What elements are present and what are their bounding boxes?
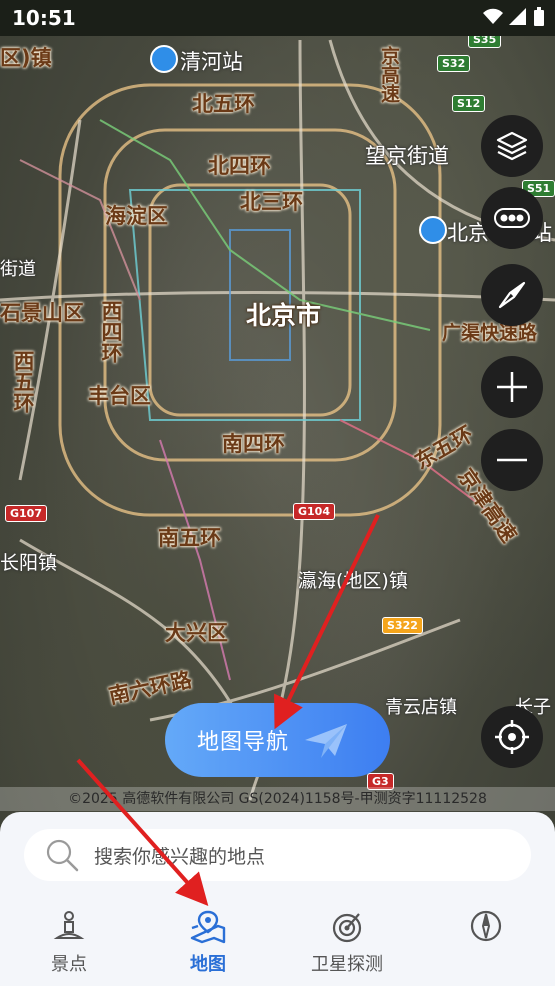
map-label-district-town: 区)镇 [0, 46, 52, 70]
map-label-north-3rd-ring: 北三环 [240, 190, 303, 214]
layers-button[interactable] [481, 115, 543, 177]
bottom-sheet: 搜索你感兴趣的地点 景点 地图 卫星探测 [0, 812, 555, 986]
paper-plane-icon [305, 724, 348, 758]
map-label-street: 街道 [0, 259, 36, 280]
map-label-haidian: 海淀区 [105, 204, 168, 228]
station-pin-icon [419, 216, 447, 244]
zoom-in-button[interactable] [481, 356, 543, 418]
search-input[interactable]: 搜索你感兴趣的地点 [24, 829, 531, 881]
status-icons [483, 7, 545, 27]
tab-attractions-label: 景点 [51, 954, 87, 975]
status-time: 10:51 [12, 6, 76, 30]
traffic-button[interactable] [481, 187, 543, 249]
traffic-icon [494, 208, 530, 228]
map-label-shijingshan: 石景山区 [0, 301, 84, 325]
tab-compass[interactable] [431, 908, 541, 950]
map-label-fengtai: 丰台区 [88, 384, 151, 408]
compass-icon [498, 281, 526, 309]
map-icon [190, 910, 226, 944]
map-navigation-label: 地图导航 [197, 730, 290, 755]
map-label-qingyundian: 青云店镇 [385, 697, 457, 718]
road-shield: G104 [293, 503, 335, 520]
map-label-north-5th-ring: 北五环 [192, 92, 255, 116]
map-label-west-5th-ring: 西五环 [11, 350, 35, 413]
map-label-south-4th-ring: 南四环 [222, 432, 285, 456]
road-shield: G107 [5, 505, 47, 522]
layers-icon [496, 131, 528, 161]
map-label-south-5th-ring: 南五环 [158, 526, 221, 550]
wifi-icon [483, 8, 503, 24]
satellite-icon [332, 913, 362, 943]
status-bar: 10:51 [0, 0, 555, 36]
compass-icon [470, 910, 502, 942]
map-label-north-4th-ring: 北四环 [208, 154, 271, 178]
map-label-wangjing: 望京街道 [365, 144, 449, 168]
tab-map[interactable]: 地图 [153, 908, 263, 976]
search-icon [46, 839, 79, 872]
map-label-yinghai: 瀛海(地区)镇 [298, 570, 408, 592]
locate-icon [495, 720, 529, 754]
road-shield: S12 [452, 95, 486, 112]
locate-button[interactable] [481, 706, 543, 768]
station-pin-icon [150, 45, 178, 73]
road-shield: S322 [382, 617, 423, 634]
map-label-changyang: 长阳镇 [0, 552, 58, 574]
search-placeholder: 搜索你感兴趣的地点 [94, 845, 266, 868]
road-shield: S32 [437, 55, 471, 72]
bottom-tab-bar: 景点 地图 卫星探测 [0, 908, 555, 986]
tab-attractions[interactable]: 景点 [14, 908, 124, 976]
map-label-daxing: 大兴区 [165, 621, 228, 645]
map-label-beijing-city: 北京市 [246, 301, 322, 330]
map-copyright: ©2025 高德软件有限公司 GS(2024)1158号-甲测资字1111252… [0, 787, 555, 811]
tab-satellite-label: 卫星探测 [311, 954, 383, 975]
battery-icon [534, 7, 544, 26]
compass-button[interactable] [481, 264, 543, 326]
map-label-jingshi-highway: 京高速 [378, 46, 400, 103]
zoom-in-icon [497, 372, 527, 402]
tab-map-label: 地图 [190, 954, 226, 975]
signal-icon [509, 8, 526, 25]
tab-satellite[interactable]: 卫星探测 [292, 908, 402, 976]
zoom-out-button[interactable] [481, 429, 543, 491]
attraction-icon [53, 911, 85, 939]
zoom-out-icon [497, 458, 527, 462]
map-label-qinghe-station: 清河站 [180, 50, 243, 74]
map-navigation-button[interactable]: 地图导航 [165, 703, 390, 777]
map-label-west-4th-ring: 西四环 [99, 300, 123, 363]
